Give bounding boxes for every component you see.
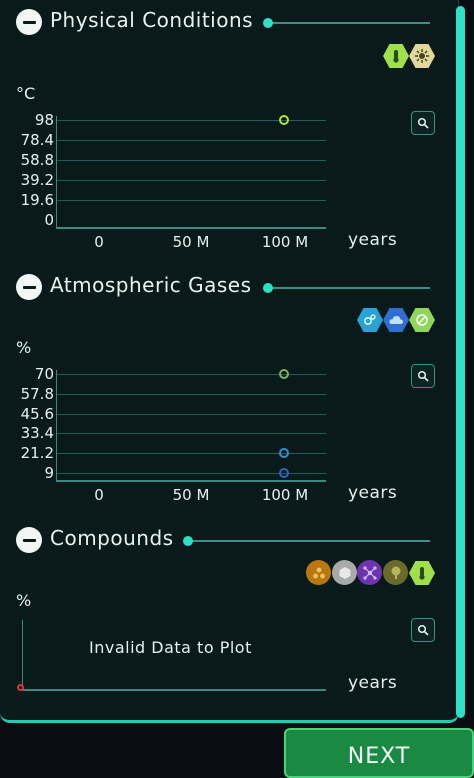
y-unit-label: % [16, 591, 32, 610]
y-unit-label: % [16, 338, 32, 357]
y-tick-label: 45.6 [20, 405, 54, 423]
y-axis [56, 370, 57, 481]
data-point [279, 369, 289, 379]
network-icon[interactable] [357, 560, 382, 585]
data-point [279, 468, 289, 478]
x-unit-label: years [348, 230, 398, 250]
thermometer-icon[interactable] [409, 561, 435, 585]
y-tick-label: 21.2 [20, 444, 54, 462]
y-tick-label: 58.8 [20, 151, 54, 169]
atmospheric-gases-header: Atmospheric Gases [16, 271, 430, 301]
x-unit-label: years [348, 483, 398, 503]
gridline [56, 414, 326, 415]
y-tick-label: 98 [34, 111, 54, 129]
data-point [279, 448, 289, 459]
compounds-header: Compounds [16, 524, 430, 554]
x-tick-label: 50 M [172, 486, 210, 504]
collapse-physical-conditions-button[interactable] [16, 9, 42, 35]
section-title: Atmospheric Gases [50, 273, 252, 297]
header-divider [263, 18, 430, 28]
zoom-button[interactable] [411, 364, 435, 388]
gridline [56, 140, 326, 141]
x-axis [56, 480, 326, 482]
y-tick-label: 19.6 [20, 191, 54, 209]
y-tick-label: 39.2 [20, 171, 54, 189]
data-point [279, 115, 289, 125]
no-entry-icon[interactable] [409, 308, 435, 332]
magnifier-icon [417, 624, 429, 636]
hexagon-icon[interactable] [332, 560, 357, 585]
gridline [56, 394, 326, 395]
conditions-panel: Physical Conditions °C 98 78.4 58.8 39.2… [0, 0, 459, 723]
cloud-icon[interactable] [383, 308, 409, 332]
origin-marker [17, 684, 24, 691]
sun-icon[interactable] [409, 44, 435, 68]
gridline [56, 160, 326, 161]
y-axis [22, 620, 23, 690]
magnifier-icon [417, 117, 429, 129]
x-tick-label: 0 [94, 233, 104, 251]
section-title: Physical Conditions [50, 8, 254, 32]
gridline [56, 200, 326, 201]
tree-icon[interactable] [383, 560, 408, 585]
x-unit-label: years [348, 673, 398, 693]
molecule-icon[interactable] [306, 560, 331, 585]
y-tick-label: 70 [34, 365, 54, 383]
y-tick-label: 0 [44, 211, 54, 229]
collapse-atmospheric-gases-button[interactable] [16, 274, 42, 300]
thermometer-icon[interactable] [383, 44, 409, 68]
x-tick-label: 0 [94, 486, 104, 504]
zoom-button[interactable] [411, 111, 435, 135]
y-tick-label: 78.4 [20, 131, 54, 149]
x-axis [56, 227, 326, 229]
next-button[interactable]: NEXT [284, 728, 474, 778]
invalid-data-message: Invalid Data to Plot [89, 638, 252, 657]
x-axis [22, 689, 326, 691]
y-unit-label: °C [16, 84, 36, 103]
x-tick-label: 100 M [261, 486, 309, 504]
x-tick-label: 100 M [261, 233, 309, 251]
zoom-button[interactable] [411, 618, 435, 642]
gridline [56, 180, 326, 181]
magnifier-icon [417, 370, 429, 382]
y-tick-label: 57.8 [20, 385, 54, 403]
y-tick-label: 33.4 [20, 424, 54, 442]
oxygen-icon[interactable] [357, 308, 383, 332]
y-tick-label: 9 [44, 464, 54, 482]
gridline [56, 433, 326, 434]
header-divider [183, 536, 430, 546]
section-title: Compounds [50, 526, 174, 550]
y-axis [56, 116, 57, 228]
collapse-compounds-button[interactable] [16, 527, 42, 553]
panel-scrollbar[interactable] [456, 6, 465, 718]
header-divider [263, 283, 430, 293]
physical-conditions-header: Physical Conditions [16, 6, 430, 36]
x-tick-label: 50 M [172, 233, 210, 251]
